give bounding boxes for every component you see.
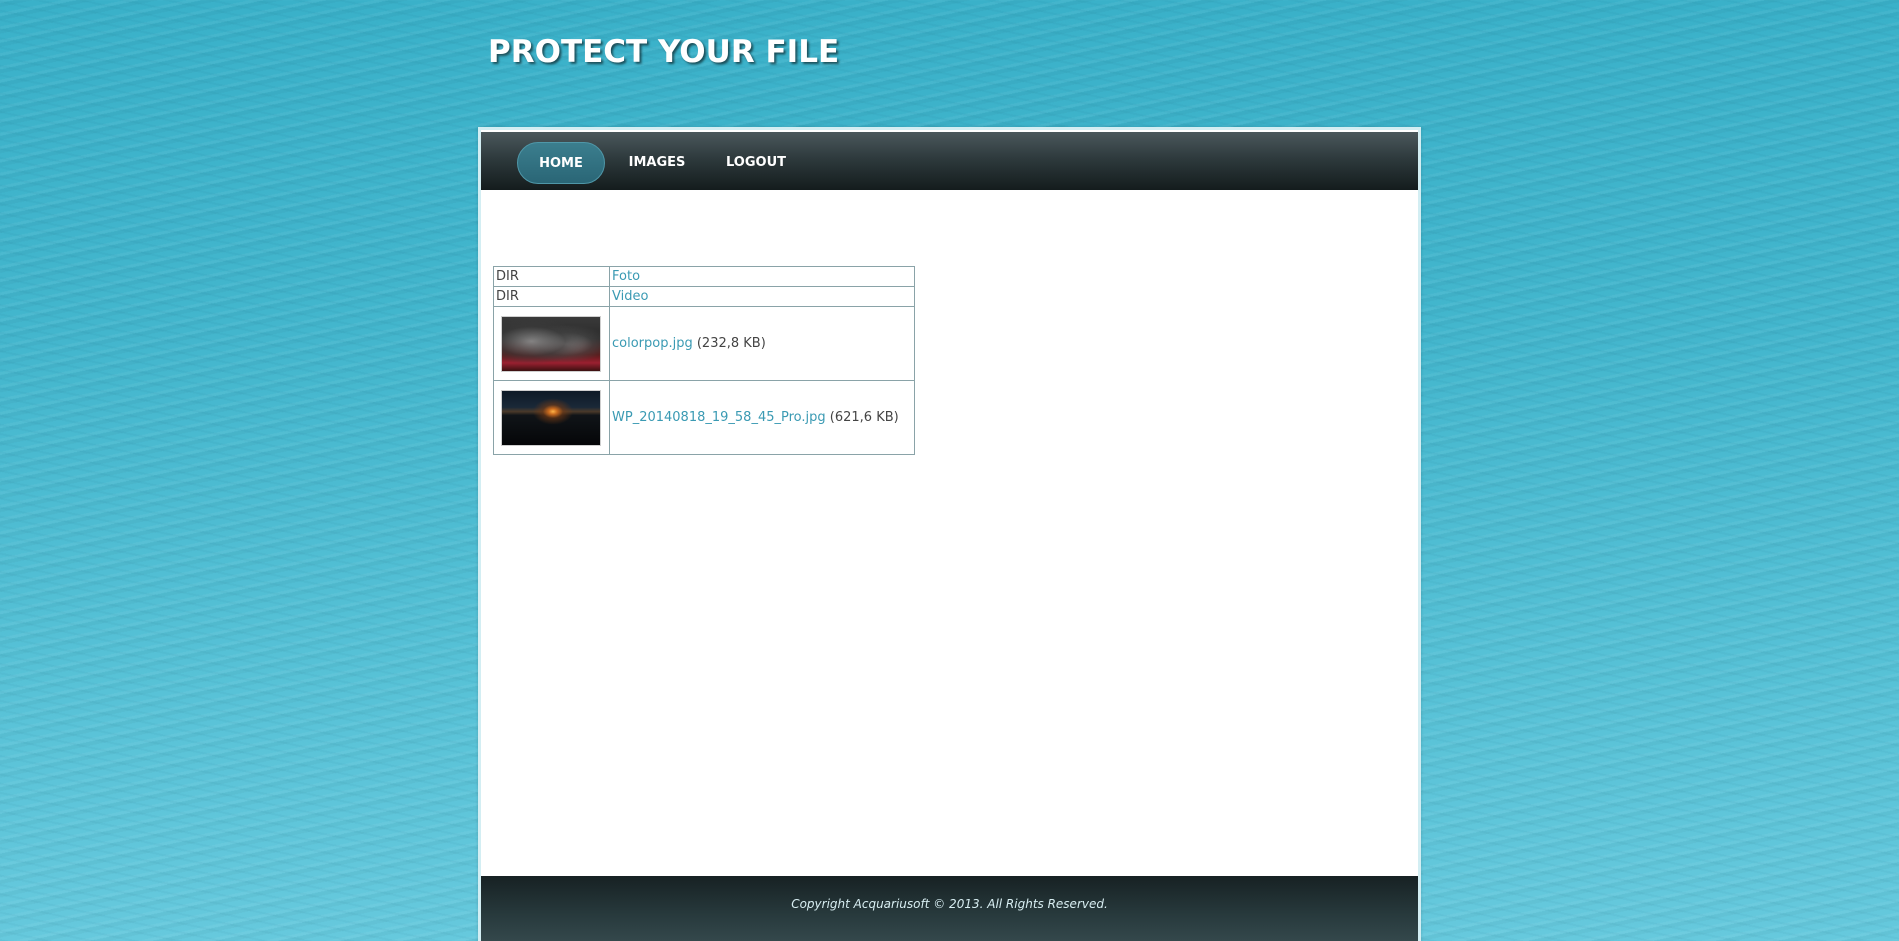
file-name-cell: colorpop.jpg (232,8 KB) (609, 306, 915, 381)
file-size: (621,6 KB) (829, 410, 899, 425)
file-link-wp-photo[interactable]: WP_20140818_19_58_45_Pro.jpg (612, 410, 826, 425)
file-type-label: DIR (496, 269, 519, 284)
copyright-text: Copyright Acquariusoft © 2013. All Right… (791, 897, 1108, 911)
table-row: DIR Foto (493, 266, 915, 287)
nav-logout[interactable]: LOGOUT (711, 142, 801, 184)
main-navigation: HOME IMAGES LOGOUT (481, 132, 1418, 190)
file-name-cell: WP_20140818_19_58_45_Pro.jpg (621,6 KB) (609, 380, 915, 455)
file-link-colorpop[interactable]: colorpop.jpg (612, 336, 693, 351)
file-name-cell: Video (609, 286, 915, 307)
footer: Copyright Acquariusoft © 2013. All Right… (481, 876, 1418, 941)
nav-images[interactable]: IMAGES (617, 142, 697, 184)
file-type-cell: DIR (493, 266, 610, 287)
table-row: DIR Video (493, 286, 915, 307)
file-list-table: DIR Foto DIR Video colorpop.jpg (232,8 K… (493, 266, 915, 455)
main-container: HOME IMAGES LOGOUT DIR Foto DIR Video co… (478, 127, 1421, 941)
file-thumb-cell (493, 380, 610, 455)
image-thumbnail-icon[interactable] (501, 389, 601, 446)
image-thumbnail-icon[interactable] (501, 315, 601, 372)
file-size: (232,8 KB) (696, 336, 766, 351)
file-name-cell: Foto (609, 266, 915, 287)
folder-link-video[interactable]: Video (612, 289, 648, 304)
file-type-cell: DIR (493, 286, 610, 307)
folder-link-foto[interactable]: Foto (612, 269, 640, 284)
table-row: WP_20140818_19_58_45_Pro.jpg (621,6 KB) (493, 380, 915, 455)
file-type-label: DIR (496, 289, 519, 304)
file-thumb-cell (493, 306, 610, 381)
nav-home[interactable]: HOME (517, 142, 605, 184)
table-row: colorpop.jpg (232,8 KB) (493, 306, 915, 381)
site-title: PROTECT YOUR FILE (488, 34, 840, 70)
